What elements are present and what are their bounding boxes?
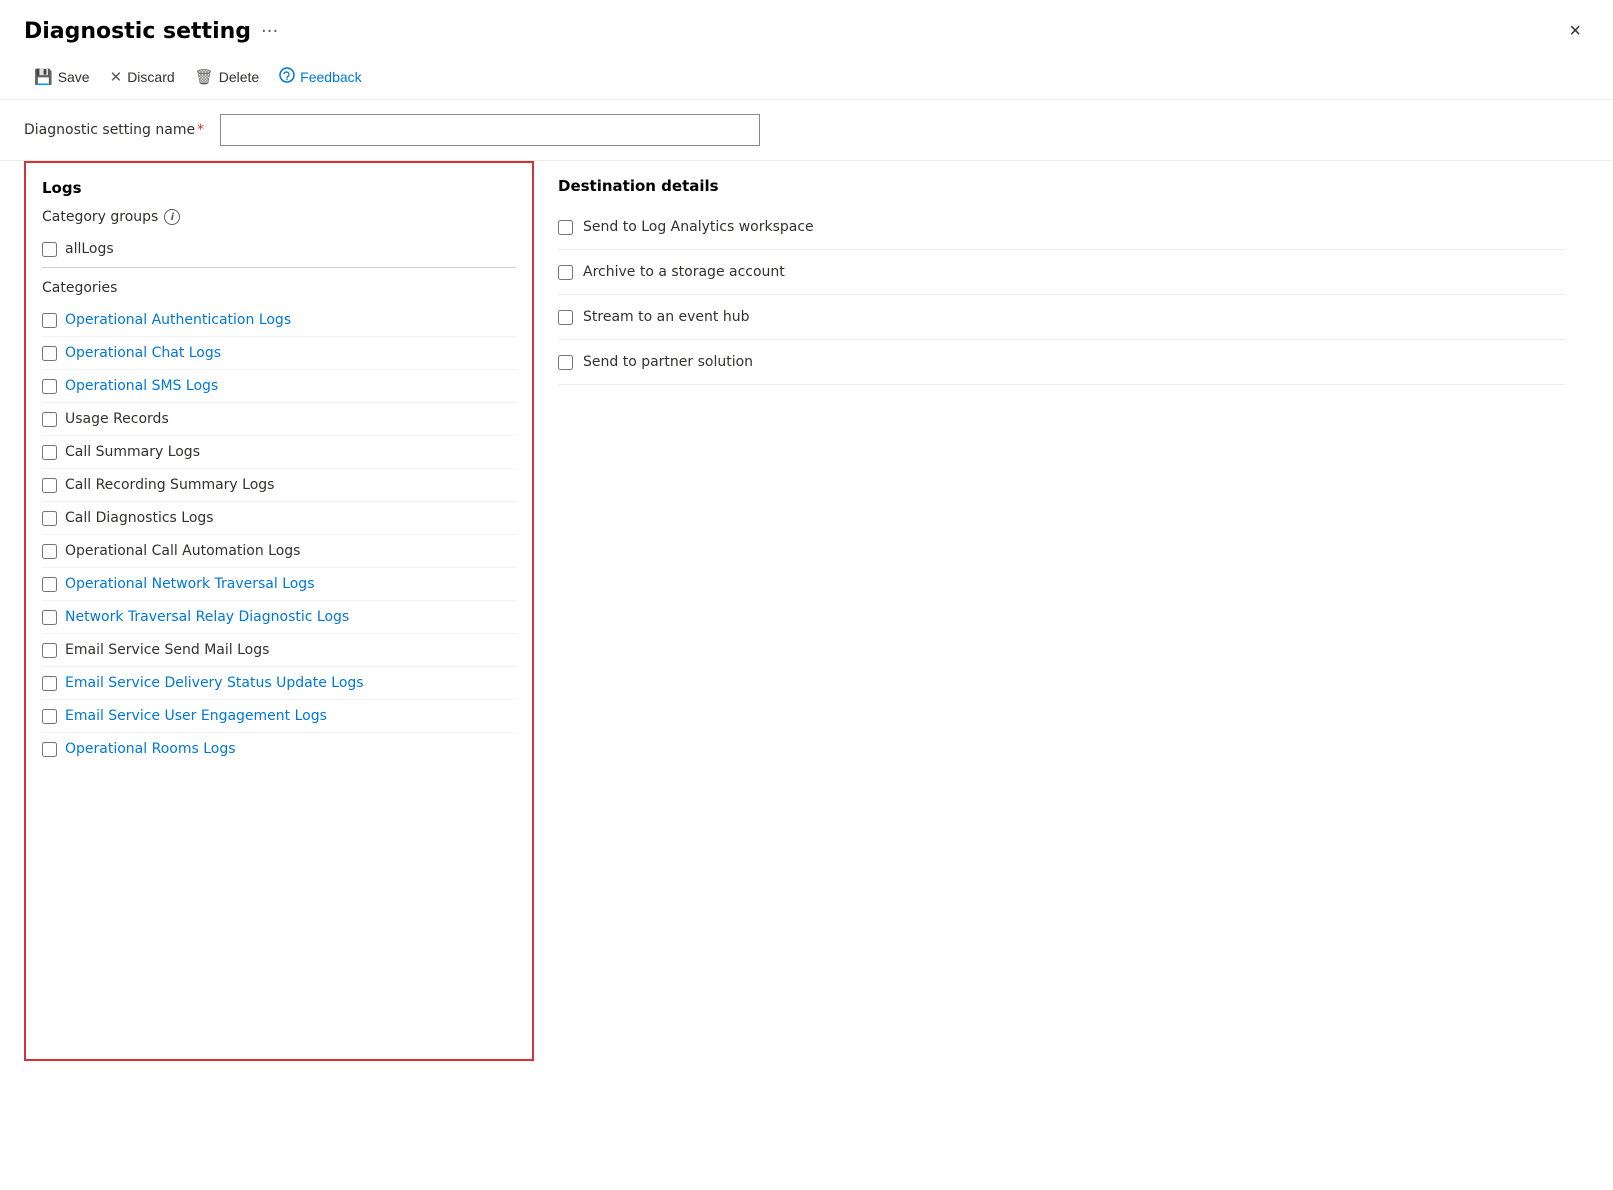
delete-label: Delete: [219, 69, 259, 85]
category-row: Email Service Send Mail Logs: [42, 634, 516, 667]
destination-row: Stream to an event hub: [558, 295, 1565, 340]
category-row: Operational Authentication Logs: [42, 304, 516, 337]
title-bar: Diagnostic setting ··· ×: [0, 0, 1613, 55]
category-label-cat12: Email Service Delivery Status Update Log…: [65, 675, 364, 691]
category-row: Network Traversal Relay Diagnostic Logs: [42, 601, 516, 634]
category-label-cat5: Call Summary Logs: [65, 444, 200, 460]
category-row: Operational SMS Logs: [42, 370, 516, 403]
destination-section-title: Destination details: [558, 177, 1565, 195]
feedback-label: Feedback: [300, 69, 361, 85]
category-checkbox-cat8[interactable]: [42, 544, 57, 559]
destination-row: Archive to a storage account: [558, 250, 1565, 295]
save-icon: 💾: [34, 68, 53, 86]
feedback-icon: [279, 67, 295, 87]
category-label-cat1: Operational Authentication Logs: [65, 312, 291, 328]
category-row: Email Service User Engagement Logs: [42, 700, 516, 733]
category-groups-info-icon[interactable]: i: [164, 209, 180, 225]
discard-button[interactable]: ✕ Discard: [100, 62, 185, 92]
category-label-cat3: Operational SMS Logs: [65, 378, 218, 394]
save-button[interactable]: 💾 Save: [24, 62, 100, 92]
category-row: Operational Network Traversal Logs: [42, 568, 516, 601]
destination-checkbox-dest1[interactable]: [558, 220, 573, 235]
category-label-cat10: Network Traversal Relay Diagnostic Logs: [65, 609, 349, 625]
category-checkbox-cat5[interactable]: [42, 445, 57, 460]
category-checkbox-cat2[interactable]: [42, 346, 57, 361]
save-label: Save: [58, 69, 90, 85]
category-label-cat8: Operational Call Automation Logs: [65, 543, 300, 559]
setting-name-label: Diagnostic setting name*: [24, 122, 204, 138]
category-row: Operational Rooms Logs: [42, 733, 516, 765]
page-title: Diagnostic setting: [24, 19, 251, 44]
more-options-icon[interactable]: ···: [261, 21, 278, 42]
delete-button[interactable]: 🗑 Delete: [185, 62, 270, 92]
category-row: Call Summary Logs: [42, 436, 516, 469]
category-row: Call Recording Summary Logs: [42, 469, 516, 502]
category-label-cat6: Call Recording Summary Logs: [65, 477, 274, 493]
destination-label-dest2: Archive to a storage account: [583, 264, 785, 280]
category-label-cat7: Call Diagnostics Logs: [65, 510, 214, 526]
all-logs-checkbox[interactable]: [42, 242, 57, 257]
category-groups-header: Category groups i: [42, 209, 516, 225]
destination-checkbox-dest2[interactable]: [558, 265, 573, 280]
discard-icon: ✕: [110, 68, 123, 86]
category-row: Operational Call Automation Logs: [42, 535, 516, 568]
category-label-cat11: Email Service Send Mail Logs: [65, 642, 269, 658]
required-indicator: *: [197, 122, 204, 138]
categories-label: Categories: [42, 280, 516, 296]
all-logs-row: allLogs: [42, 235, 516, 268]
logs-section-title: Logs: [42, 179, 516, 197]
category-checkbox-cat13[interactable]: [42, 709, 57, 724]
destination-label-dest4: Send to partner solution: [583, 354, 753, 370]
category-label-cat4: Usage Records: [65, 411, 169, 427]
delete-icon: 🗑: [195, 68, 214, 86]
destination-row: Send to Log Analytics workspace: [558, 211, 1565, 250]
destination-panel: Destination details Send to Log Analytic…: [534, 161, 1589, 1061]
category-checkbox-cat14[interactable]: [42, 742, 57, 757]
setting-name-input[interactable]: [220, 114, 760, 146]
destinations-list: Send to Log Analytics workspace Archive t…: [558, 211, 1565, 385]
category-checkbox-cat10[interactable]: [42, 610, 57, 625]
category-checkbox-cat7[interactable]: [42, 511, 57, 526]
category-groups-label: Category groups: [42, 209, 158, 225]
category-checkbox-cat3[interactable]: [42, 379, 57, 394]
all-logs-label: allLogs: [65, 241, 114, 257]
destination-checkbox-dest4[interactable]: [558, 355, 573, 370]
categories-list: Operational Authentication Logs Operation…: [42, 304, 516, 765]
destination-row: Send to partner solution: [558, 340, 1565, 385]
category-row: Operational Chat Logs: [42, 337, 516, 370]
category-checkbox-cat6[interactable]: [42, 478, 57, 493]
category-checkbox-cat1[interactable]: [42, 313, 57, 328]
toolbar: 💾 Save ✕ Discard 🗑 Delete Feedback: [0, 55, 1613, 100]
category-row: Call Diagnostics Logs: [42, 502, 516, 535]
destination-checkbox-dest3[interactable]: [558, 310, 573, 325]
logs-panel: Logs Category groups i allLogs Categorie…: [24, 161, 534, 1061]
category-row: Email Service Delivery Status Update Log…: [42, 667, 516, 700]
category-checkbox-cat11[interactable]: [42, 643, 57, 658]
setting-name-row: Diagnostic setting name*: [0, 100, 1613, 161]
discard-label: Discard: [127, 69, 174, 85]
all-logs-checkbox-row: allLogs: [42, 241, 516, 257]
category-label-cat13: Email Service User Engagement Logs: [65, 708, 327, 724]
close-button[interactable]: ×: [1561, 16, 1589, 47]
main-content: Logs Category groups i allLogs Categorie…: [0, 161, 1613, 1061]
destination-label-dest1: Send to Log Analytics workspace: [583, 219, 814, 235]
category-label-cat9: Operational Network Traversal Logs: [65, 576, 315, 592]
title-bar-left: Diagnostic setting ···: [24, 19, 278, 44]
category-checkbox-cat4[interactable]: [42, 412, 57, 427]
category-checkbox-cat12[interactable]: [42, 676, 57, 691]
category-label-cat2: Operational Chat Logs: [65, 345, 221, 361]
category-checkbox-cat9[interactable]: [42, 577, 57, 592]
feedback-button[interactable]: Feedback: [269, 61, 371, 93]
destination-label-dest3: Stream to an event hub: [583, 309, 749, 325]
category-label-cat14: Operational Rooms Logs: [65, 741, 236, 757]
category-row: Usage Records: [42, 403, 516, 436]
